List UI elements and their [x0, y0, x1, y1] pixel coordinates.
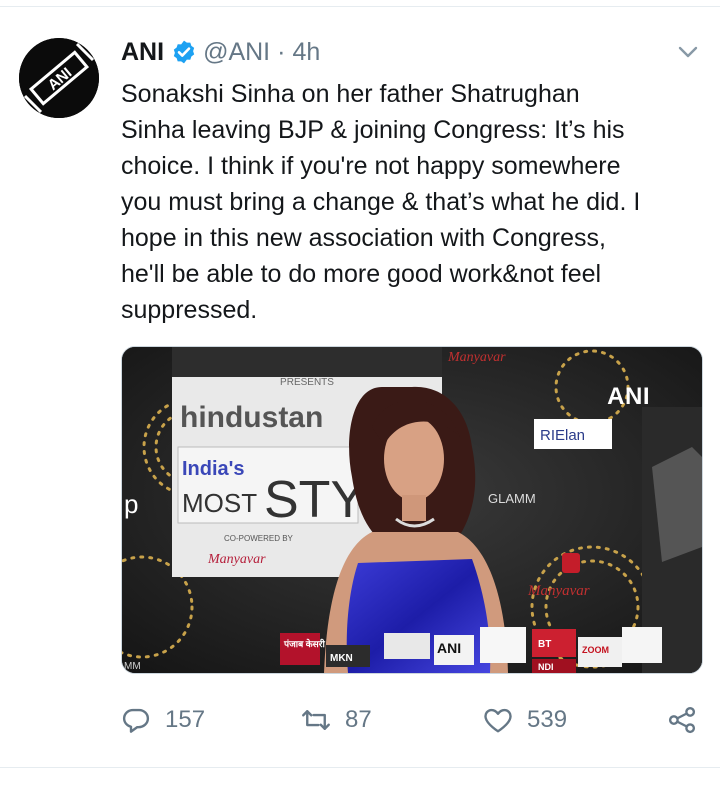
tweet-header: ANI @ANI · 4h: [121, 34, 320, 70]
retweet-count: 87: [345, 706, 372, 733]
backdrop-manyavar-right: Manyavar: [527, 583, 590, 599]
mic-label-4: BT: [538, 639, 551, 650]
mic-label-2: MKN: [330, 653, 353, 664]
heart-icon: [484, 708, 512, 733]
backdrop-brand: hindustan: [180, 401, 323, 434]
backdrop-presents: PRESENTS: [280, 377, 334, 388]
backdrop-glamm: GLAMM: [488, 491, 536, 506]
backdrop-p: p: [124, 489, 138, 519]
retweet-button[interactable]: 87: [301, 700, 372, 740]
chevron-down-icon[interactable]: [676, 40, 700, 64]
backdrop-most: MOST: [182, 488, 257, 518]
backdrop-manyavar-top: Manyavar: [447, 350, 506, 365]
bottom-divider: [0, 767, 720, 768]
retweet-icon: [302, 710, 330, 730]
reply-button[interactable]: 157: [121, 700, 205, 740]
share-button[interactable]: [667, 700, 711, 740]
backdrop-rielan: RIElan: [540, 427, 585, 444]
top-divider: [0, 6, 720, 7]
like-count: 539: [527, 706, 568, 733]
author-name[interactable]: ANI: [121, 38, 164, 67]
mic-label-1: पंजाब केसरी: [283, 638, 325, 649]
backdrop-indias: India's: [182, 458, 245, 480]
reply-icon: [122, 708, 150, 733]
verified-badge-icon: [171, 39, 197, 65]
backdrop-copowered: CO-POWERED BY: [224, 534, 294, 543]
mic-label-3: ANI: [437, 640, 461, 656]
mic-label-5: ZOOM: [582, 645, 609, 655]
tweet-text: Sonakshi Sinha on her father Shatrughan …: [121, 80, 641, 324]
mic-label-6: NDI: [538, 662, 554, 672]
author-handle[interactable]: @ANI: [203, 38, 270, 67]
media-watermark: ANI: [607, 383, 650, 410]
tweet-actions: 157 87 539: [121, 700, 701, 740]
mic-label-mm: MM: [124, 661, 141, 672]
backdrop-manyavar: Manyavar: [207, 552, 266, 567]
avatar[interactable]: ANI: [19, 38, 99, 118]
ani-logo: ANI: [19, 38, 99, 118]
like-button[interactable]: 539: [483, 700, 567, 740]
tweet-timestamp[interactable]: 4h: [292, 38, 320, 67]
tweet-media-image[interactable]: PRESENTS hindustan India's MOST STYL CO-…: [121, 346, 703, 674]
reply-count: 157: [165, 706, 206, 733]
separator-dot: ·: [277, 37, 286, 66]
share-icon: [668, 706, 696, 734]
